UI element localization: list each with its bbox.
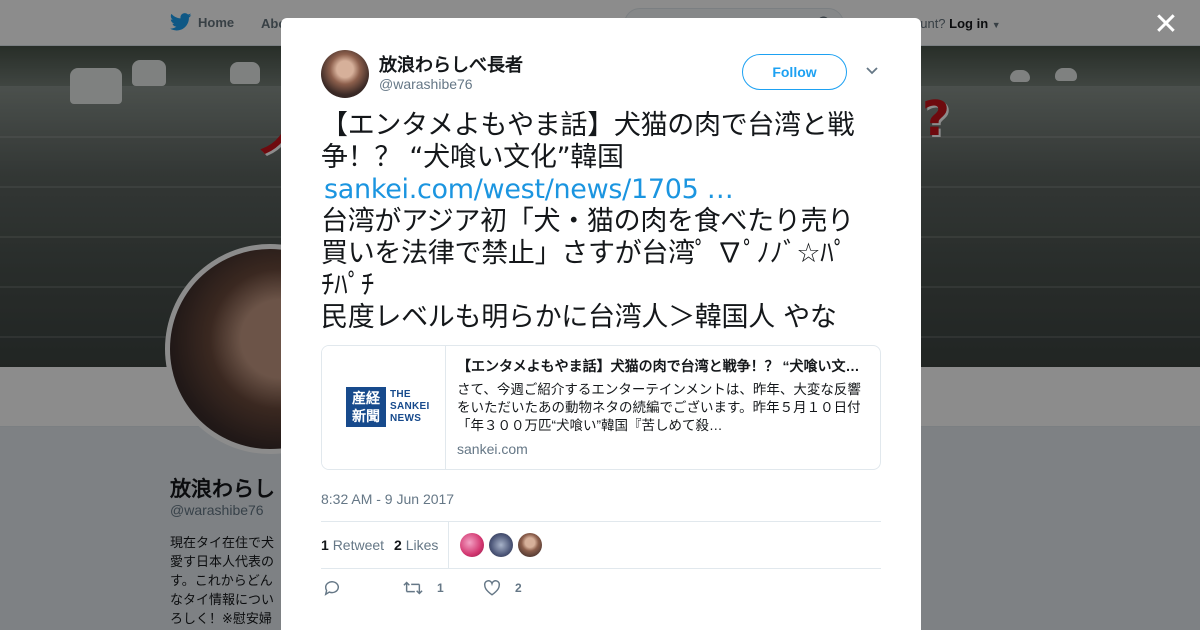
avatar[interactable] — [321, 50, 369, 98]
retweet-icon — [403, 581, 423, 595]
like-action-count: 2 — [515, 581, 522, 595]
card-title: 【エンタメよもやま話】犬猫の肉で台湾と戦争！？ “犬喰い文化”韓国 — [457, 358, 867, 374]
tweet-header: 放浪わらしべ長者 @warashibe76 Follow — [321, 50, 881, 98]
card-domain: sankei.com — [457, 441, 528, 457]
retweet-stat[interactable]: 1 Retweet — [321, 537, 384, 553]
tweet-text-line: ﾁﾊﾟﾁ — [321, 270, 375, 301]
avatar[interactable] — [518, 533, 542, 557]
retweet-action-count: 1 — [437, 581, 444, 595]
retweet-label: Retweet — [332, 537, 385, 553]
liker-avatars — [460, 533, 542, 557]
likes-count: 2 — [394, 537, 402, 553]
user-name[interactable]: 放浪わらしべ長者 — [379, 51, 523, 77]
logo-text-line: THE — [390, 389, 411, 400]
card-body: 【エンタメよもやま話】犬猫の肉で台湾と戦争！？ “犬喰い文化”韓国 さて、今週ご… — [457, 357, 867, 457]
avatar[interactable] — [460, 533, 484, 557]
tweet-text-line: 台湾がアジア初「犬・猫の肉を食べたり売り — [321, 206, 854, 237]
chevron-down-icon[interactable] — [865, 64, 879, 78]
reply-icon — [324, 581, 339, 596]
tweet-text-line: 【エンタメよもやま話】犬猫の肉で台湾と戦 — [321, 110, 855, 141]
tweet-text-line: 争！？ “犬喰い文化”韓国 — [321, 142, 624, 173]
user-handle[interactable]: @warashibe76 — [379, 76, 473, 92]
follow-button[interactable]: Follow — [742, 54, 847, 90]
tweet-text-line: 民度レベルも明らかに台湾人＞韓国人 やな — [321, 302, 837, 333]
logo-text: THE SANKEI NEWS — [390, 389, 430, 425]
close-icon[interactable]: ✕ — [1152, 10, 1180, 40]
tweet-text-line: 買いを法律で禁止」さすが台湾ﾟ ∇ﾟﾉﾉﾞ☆ﾊﾟ — [321, 238, 847, 269]
like-button[interactable]: 2 — [483, 579, 522, 597]
tweet-link[interactable]: sankei.com/west/news/1705 … — [321, 174, 886, 206]
retweet-button[interactable]: 1 — [403, 579, 444, 597]
likes-label: Likes — [405, 537, 439, 553]
logo-text-line: NEWS — [390, 413, 422, 424]
tweet-stats: 1 Retweet 2 Likes — [321, 521, 881, 569]
avatar[interactable] — [489, 533, 513, 557]
sankei-logo: 産経新聞 THE SANKEI NEWS — [346, 387, 430, 427]
tweet-text: 【エンタメよもやま話】犬猫の肉で台湾と戦 争！？ “犬喰い文化”韓国 sanke… — [321, 110, 886, 334]
heart-icon — [483, 580, 501, 596]
tweet-modal: 放浪わらしべ長者 @warashibe76 Follow 【エンタメよもやま話】… — [281, 18, 921, 630]
tweet-actions: 1 2 — [321, 579, 881, 605]
logo-text-line: SANKEI — [390, 401, 430, 412]
logo-glyphs: 産経新聞 — [346, 387, 386, 427]
tweet-timestamp[interactable]: 8:32 AM - 9 Jun 2017 — [321, 491, 454, 507]
link-preview-card[interactable]: 産経新聞 THE SANKEI NEWS 【エンタメよもやま話】犬猫の肉で台湾と… — [321, 345, 881, 470]
retweet-count: 1 — [321, 537, 329, 553]
likes-stat[interactable]: 2 Likes — [394, 537, 438, 553]
reply-button[interactable] — [323, 579, 341, 597]
card-description: さて、今週ご紹介するエンターテインメントは、昨年、大変な反響をいただいたあの動物… — [457, 382, 861, 433]
card-thumbnail: 産経新聞 THE SANKEI NEWS — [322, 346, 446, 469]
